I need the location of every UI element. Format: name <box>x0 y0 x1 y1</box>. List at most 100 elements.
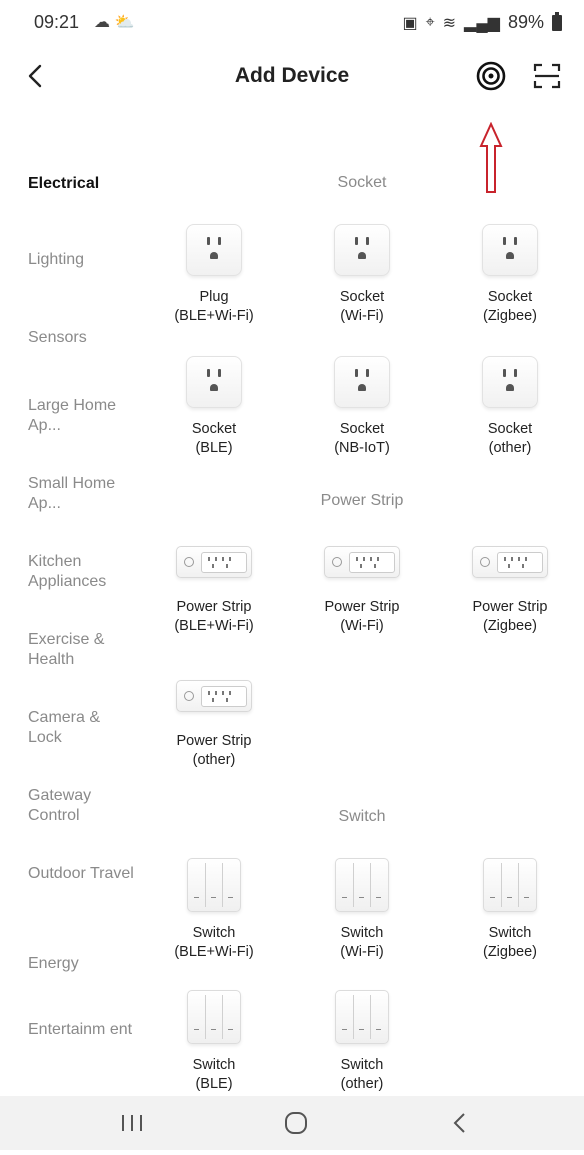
switch-indicator <box>490 897 495 898</box>
device-protocol: (other) <box>340 1076 384 1092</box>
power-strip-icon <box>472 546 548 578</box>
device-name: Socket <box>191 421 237 437</box>
socket-icon <box>186 356 242 408</box>
device-protocol: (Zigbee) <box>483 308 537 324</box>
switch-indicator <box>376 897 381 898</box>
header: Add Device <box>0 44 584 193</box>
device-name: Switch <box>340 925 384 941</box>
home-icon <box>285 1112 307 1134</box>
device-name: Socket <box>487 289 533 305</box>
cloud-icon: ☁ <box>94 14 110 31</box>
sidebar-item-entertainment[interactable]: Entertainm ent <box>28 1020 138 1040</box>
battery-icon <box>552 11 562 31</box>
sidebar-item-energy[interactable]: Energy <box>28 954 138 974</box>
device-switch-wifi[interactable]: Switch (Wi-Fi) <box>288 858 436 962</box>
sidebar-item-small-home-appliances[interactable]: Small Home Ap... <box>28 474 138 514</box>
outlet-dot <box>363 557 365 561</box>
switch-indicator <box>359 897 364 898</box>
power-strip-icon <box>176 680 252 712</box>
device-power-strip-other[interactable]: Power Strip (other) <box>140 680 288 770</box>
outlet-dot <box>508 564 510 568</box>
outlet-dot <box>226 698 228 702</box>
switch-divider <box>353 995 354 1039</box>
outlet-dot <box>208 691 210 695</box>
system-nav-bar <box>0 1096 584 1150</box>
sidebar-item-sensors[interactable]: Sensors <box>28 328 138 348</box>
switch-indicator <box>228 897 233 898</box>
section-title-power-strip: Power Strip <box>320 492 404 509</box>
outlet-dot <box>518 557 520 561</box>
device-plug-ble-wifi[interactable]: Plug (BLE+Wi-Fi) <box>140 224 288 326</box>
outlet-dot <box>229 557 231 561</box>
nav-back-button[interactable] <box>400 1096 520 1150</box>
device-switch-ble-wifi[interactable]: Switch (BLE+Wi-Fi) <box>140 858 288 962</box>
device-name: Socket <box>487 421 533 437</box>
device-power-strip-wifi[interactable]: Power Strip (Wi-Fi) <box>288 546 436 636</box>
signal-icon: ▂▄▆ <box>464 14 500 32</box>
device-socket-wifi[interactable]: Socket (Wi-Fi) <box>288 224 436 326</box>
location-icon: ⌖ <box>425 13 435 31</box>
outlet-dot <box>215 557 217 561</box>
sidebar-item-lighting[interactable]: Lighting <box>28 250 138 270</box>
switch-indicator <box>211 897 216 898</box>
device-socket-nb-iot[interactable]: Socket (NB-IoT) <box>288 356 436 458</box>
outlet-dot <box>208 557 210 561</box>
home-button[interactable] <box>236 1096 356 1150</box>
device-protocol: (BLE+Wi-Fi) <box>174 618 254 634</box>
sidebar-item-electrical[interactable]: Electrical <box>28 174 138 194</box>
power-strip-icon <box>176 546 252 578</box>
socket-icon <box>482 224 538 276</box>
sidebar-item-camera-lock[interactable]: Camera & Lock <box>28 708 138 748</box>
qr-scan-icon <box>533 63 561 89</box>
device-switch-zigbee[interactable]: Switch (Zigbee) <box>436 858 584 962</box>
device-power-strip-ble-wifi[interactable]: Power Strip (BLE+Wi-Fi) <box>140 546 288 636</box>
switch-icon <box>335 990 389 1044</box>
device-name: Plug <box>199 289 229 305</box>
outlet-dot <box>215 691 217 695</box>
device-name: Power Strip <box>176 599 252 615</box>
switch-divider <box>518 863 519 907</box>
device-protocol: (BLE) <box>195 440 233 456</box>
section-title-switch: Switch <box>338 808 386 825</box>
socket-icon <box>482 356 538 408</box>
device-power-strip-zigbee[interactable]: Power Strip (Zigbee) <box>436 546 584 636</box>
device-socket-zigbee[interactable]: Socket (Zigbee) <box>436 224 584 326</box>
socket-icon <box>334 224 390 276</box>
auto-scan-button[interactable] <box>474 59 508 93</box>
outlet-dot <box>222 691 224 695</box>
sidebar-item-kitchen-appliances[interactable]: Kitchen Appliances <box>28 552 138 592</box>
device-protocol: (Zigbee) <box>483 618 537 634</box>
device-name: Switch <box>488 925 532 941</box>
switch-indicator <box>342 1029 347 1030</box>
outlet-dot <box>511 557 513 561</box>
device-socket-ble[interactable]: Socket (BLE) <box>140 356 288 458</box>
sidebar-item-outdoor-travel[interactable]: Outdoor Travel <box>28 864 138 884</box>
device-name: Switch <box>192 1057 236 1073</box>
auto-scan-icon <box>476 61 506 91</box>
recent-apps-button[interactable] <box>72 1096 192 1150</box>
outlet-dot <box>229 691 231 695</box>
switch-indicator <box>194 897 199 898</box>
device-socket-other[interactable]: Socket (other) <box>436 356 584 458</box>
device-protocol: (BLE) <box>195 1076 233 1092</box>
outlet-dot <box>377 557 379 561</box>
sidebar-item-large-home-appliances[interactable]: Large Home Ap... <box>28 396 138 436</box>
status-left-icons: ☁ ⛅ <box>94 12 134 32</box>
device-switch-ble[interactable]: Switch (BLE) <box>140 990 288 1094</box>
device-protocol: (Wi-Fi) <box>340 618 384 634</box>
sidebar-item-gateway-control[interactable]: Gateway Control <box>28 786 138 826</box>
device-name: Power Strip <box>472 599 548 615</box>
socket-icon <box>186 224 242 276</box>
qr-scan-button[interactable] <box>532 61 562 91</box>
switch-divider <box>370 995 371 1039</box>
device-switch-other[interactable]: Switch (other) <box>288 990 436 1094</box>
switch-divider <box>222 863 223 907</box>
device-protocol: (BLE+Wi-Fi) <box>174 944 254 960</box>
sidebar-item-exercise-health[interactable]: Exercise & Health <box>28 630 138 670</box>
section-title-socket: Socket <box>337 174 387 191</box>
outlet-dot <box>522 564 524 568</box>
switch-indicator <box>211 1029 216 1030</box>
switch-icon <box>483 858 537 912</box>
outlet-dot <box>212 564 214 568</box>
switch-icon <box>187 858 241 912</box>
